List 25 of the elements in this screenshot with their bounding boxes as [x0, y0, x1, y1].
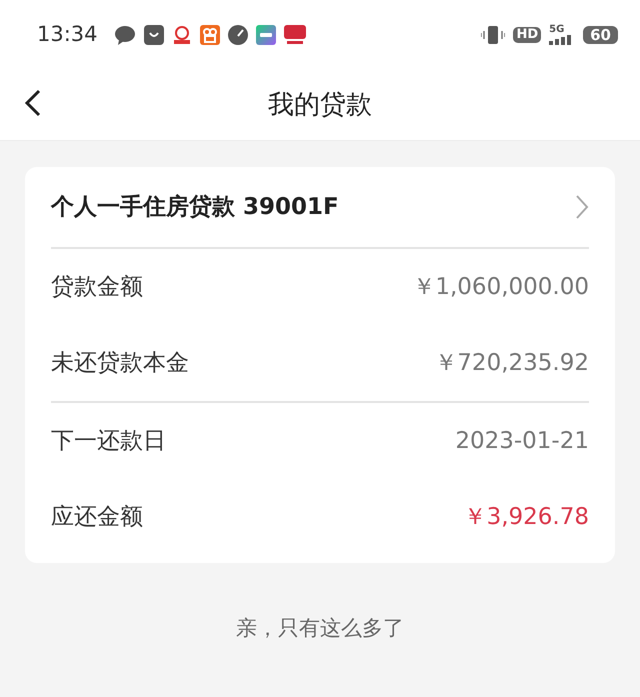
field-value: ￥720,235.92: [434, 348, 589, 378]
end-of-list-text: 亲，只有这么多了: [236, 615, 404, 642]
app-icon: [256, 25, 276, 45]
page-title: 我的贷款: [268, 88, 372, 122]
hd-indicator: HD: [513, 26, 542, 44]
app-icon: [284, 25, 306, 45]
field-label: 应还金额: [51, 502, 143, 532]
loan-name: 个人一手住房贷款 39001F: [51, 192, 339, 222]
field-value: ￥3,926.78: [464, 502, 589, 532]
network-type: 5G: [549, 25, 566, 35]
app-icon: [200, 25, 220, 45]
gauge-icon: [228, 25, 248, 45]
loan-card[interactable]: 个人一手住房贷款 39001F 贷款金额 ￥1,060,000.00 未还贷款本金 ￥720,235.92 下一还款日 2023-01-21 应还金额 ￥3,926.78: [25, 167, 615, 563]
battery-indicator: 60: [583, 26, 618, 44]
chat-bubble-icon: [114, 25, 136, 45]
field-label: 下一还款日: [51, 426, 166, 456]
field-label: 贷款金额: [51, 272, 143, 302]
status-time: 13:34: [37, 21, 98, 48]
bag-icon: [144, 25, 164, 45]
field-value: ￥1,060,000.00: [412, 272, 589, 302]
field-label: 未还贷款本金: [51, 348, 189, 378]
field-value: 2023-01-21: [455, 426, 589, 456]
vibrate-icon: [481, 25, 506, 45]
chevron-right-icon: [575, 194, 589, 220]
app-icon: [172, 25, 192, 45]
